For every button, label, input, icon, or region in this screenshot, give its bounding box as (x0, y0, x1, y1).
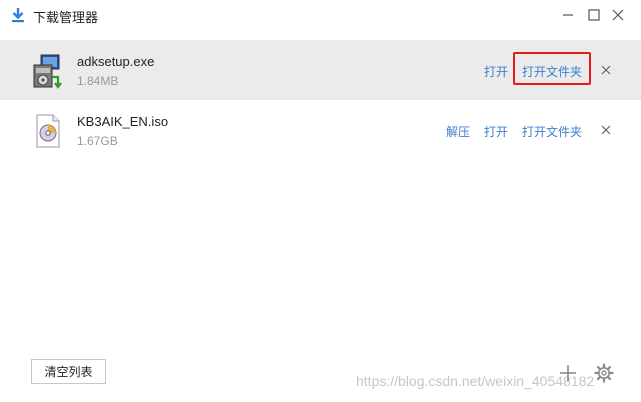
open-folder-link[interactable]: 打开文件夹 (522, 63, 582, 80)
plus-icon[interactable] (559, 364, 577, 382)
remove-icon[interactable] (600, 64, 612, 76)
file-size: 1.84MB (77, 74, 119, 88)
download-arrow-icon (12, 8, 24, 23)
file-size: 1.67GB (77, 134, 118, 148)
download-item[interactable]: KB3AIK_EN.iso 1.67GB 解压 打开 打开文件夹 (0, 100, 641, 160)
close-icon[interactable] (608, 5, 628, 25)
gear-icon[interactable] (594, 363, 614, 383)
open-link[interactable]: 打开 (484, 63, 508, 80)
file-name: KB3AIK_EN.iso (77, 114, 169, 129)
disc-image-file-icon (36, 114, 60, 148)
remove-icon[interactable] (600, 124, 612, 136)
file-name: adksetup.exe (77, 54, 155, 69)
open-folder-link[interactable]: 打开文件夹 (522, 123, 582, 140)
clear-list-button[interactable]: 清空列表 (31, 359, 106, 384)
maximize-icon[interactable] (584, 5, 604, 25)
window-title: 下载管理器 (33, 10, 99, 25)
open-link[interactable]: 打开 (484, 123, 508, 140)
installer-file-icon (33, 54, 62, 89)
download-item[interactable]: adksetup.exe 1.84MB 打开 打开文件夹 (0, 40, 641, 100)
extract-link[interactable]: 解压 (446, 123, 470, 140)
title-bar: 下载管理器 (0, 0, 641, 30)
minimize-icon[interactable] (558, 5, 578, 25)
